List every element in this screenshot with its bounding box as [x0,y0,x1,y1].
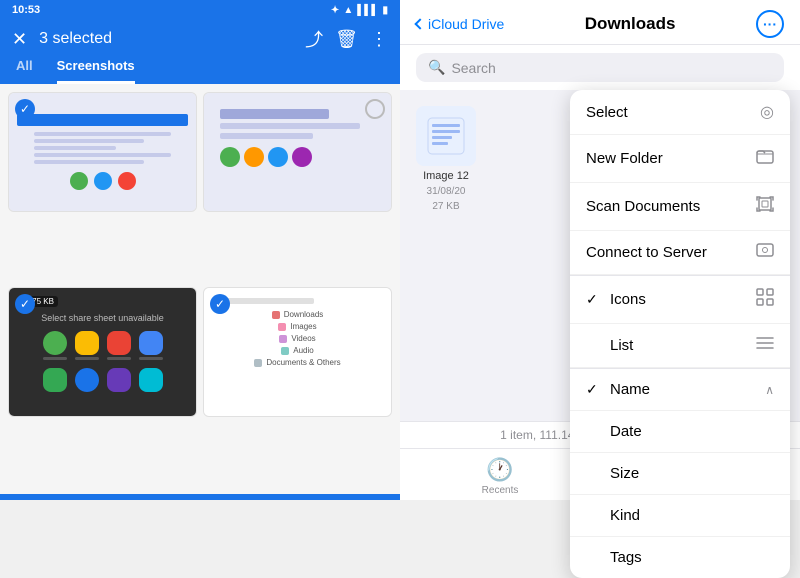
checkbox-selected-1: ✓ [15,99,35,119]
wifi-icon: ▲ [343,5,353,16]
bluetooth-icon: ✦ [331,5,339,16]
screenshot-content-4: Downloads Images Videos Audio Documents … [204,288,391,416]
ios-nav-bar: iCloud Drive Downloads ··· [400,0,800,45]
dropdown-new-folder[interactable]: New Folder [570,135,790,183]
checkbox-selected-4: ✓ [210,294,230,314]
sort-size-label: Size [610,465,639,482]
dropdown-sort-date[interactable]: ✓ Date [570,411,790,453]
search-placeholder: Search [451,60,495,76]
more-options-button[interactable]: ··· [756,10,784,38]
ios-search-bar: 🔍 Search [400,45,800,90]
close-icon[interactable]: ✕ [12,29,27,50]
screenshot-content-1 [9,93,196,211]
icons-label: Icons [610,291,646,308]
select-label: Select [586,104,628,121]
battery-icon: ▮ [382,5,388,16]
search-input-wrapper[interactable]: 🔍 Search [416,53,784,82]
list-view-left: ✓ List [586,337,633,354]
toolbar-title: 3 selected [39,30,293,48]
dropdown-connect-server[interactable]: Connect to Server [570,231,790,275]
dropdown-icons-view[interactable]: ✓ Icons [570,276,790,324]
icons-view-icon [756,288,774,311]
file-date: 31/08/20 [427,186,466,197]
screenshot-item-4[interactable]: ✓ Downloads Images Videos [203,287,392,417]
checkbox-unselected-2 [365,99,385,119]
page-title: Downloads [504,14,756,34]
back-button[interactable]: iCloud Drive [416,16,504,32]
file-name: Image 12 [423,170,469,182]
dropdown-list-view[interactable]: ✓ List [570,324,790,368]
sort-date-left: ✓ Date [586,423,642,440]
dropdown-sort-tags[interactable]: ✓ Tags [570,537,790,578]
sort-kind-label: Kind [610,507,640,524]
signal-icon: ▌▌▌ [357,5,378,16]
android-status-bar: 10:53 ✦ ▲ ▌▌▌ ▮ [0,0,400,20]
scan-docs-icon [756,195,774,218]
recents-label: Recents [482,485,519,496]
dropdown-scan-documents[interactable]: Scan Documents [570,183,790,231]
icons-view-left: ✓ Icons [586,291,646,308]
android-panel: 10:53 ✦ ▲ ▌▌▌ ▮ ✕ 3 selected ⤴ 🗑 ⋮ All S… [0,0,400,500]
select-icon: ◎ [760,102,774,122]
screenshot-item-1[interactable]: ✓ [8,92,197,212]
delete-icon[interactable]: 🗑 [335,29,358,50]
share-icon[interactable]: ⤴ [305,26,323,52]
file-size: 27 KB [432,201,459,212]
list-label: List [610,337,633,354]
sort-date-label: Date [610,423,642,440]
dropdown-sort-size[interactable]: ✓ Size [570,453,790,495]
sort-name-left: ✓ Name [586,381,650,398]
ios-panel: iCloud Drive Downloads ··· 🔍 Search Imag… [400,0,800,500]
sort-tags-label: Tags [610,549,642,566]
screenshot-item-2[interactable] [203,92,392,212]
sort-size-left: ✓ Size [586,465,639,482]
search-icon: 🔍 [428,59,445,76]
sort-name-label: Name [610,381,650,398]
android-tabs: All Screenshots [0,58,400,84]
chevron-up-icon: ∧ [765,383,774,397]
new-folder-label: New Folder [586,150,663,167]
tab-all[interactable]: All [16,58,33,84]
screenshots-grid: ✓ [0,84,400,494]
connect-server-icon [756,243,774,262]
more-icon[interactable]: ⋮ [370,29,388,50]
list-view-icon [756,336,774,355]
recents-icon: 🕐 [486,457,513,483]
screenshot-content-2 [204,93,391,211]
status-icons: ✦ ▲ ▌▌▌ ▮ [331,5,388,16]
file-item[interactable]: Image 12 31/08/20 27 KB [416,106,476,212]
dropdown-select[interactable]: Select ◎ [570,90,790,135]
file-icon [416,106,476,166]
screenshot-item-3[interactable]: 93.75 KB ✓ Select share sheet unavailabl… [8,287,197,417]
tab-screenshots[interactable]: Screenshots [57,58,135,84]
checkbox-selected-3: ✓ [15,294,35,314]
name-checkmark: ✓ [586,381,602,398]
dropdown-sort-name[interactable]: ✓ Name ∧ [570,369,790,411]
back-label: iCloud Drive [428,16,504,32]
new-folder-icon [756,147,774,170]
sort-tags-left: ✓ Tags [586,549,642,566]
screenshot-content-3: Select share sheet unavailable [9,288,196,416]
android-time: 10:53 [12,4,40,16]
android-toolbar: ✕ 3 selected ⤴ 🗑 ⋮ [0,20,400,58]
scan-docs-label: Scan Documents [586,198,700,215]
chevron-left-icon [414,18,425,29]
sort-kind-left: ✓ Kind [586,507,640,524]
ios-dropdown-menu: Select ◎ New Folder Scan Documents [570,90,790,578]
connect-server-label: Connect to Server [586,244,707,261]
dropdown-sort-kind[interactable]: ✓ Kind [570,495,790,537]
icons-checkmark: ✓ [586,291,602,308]
